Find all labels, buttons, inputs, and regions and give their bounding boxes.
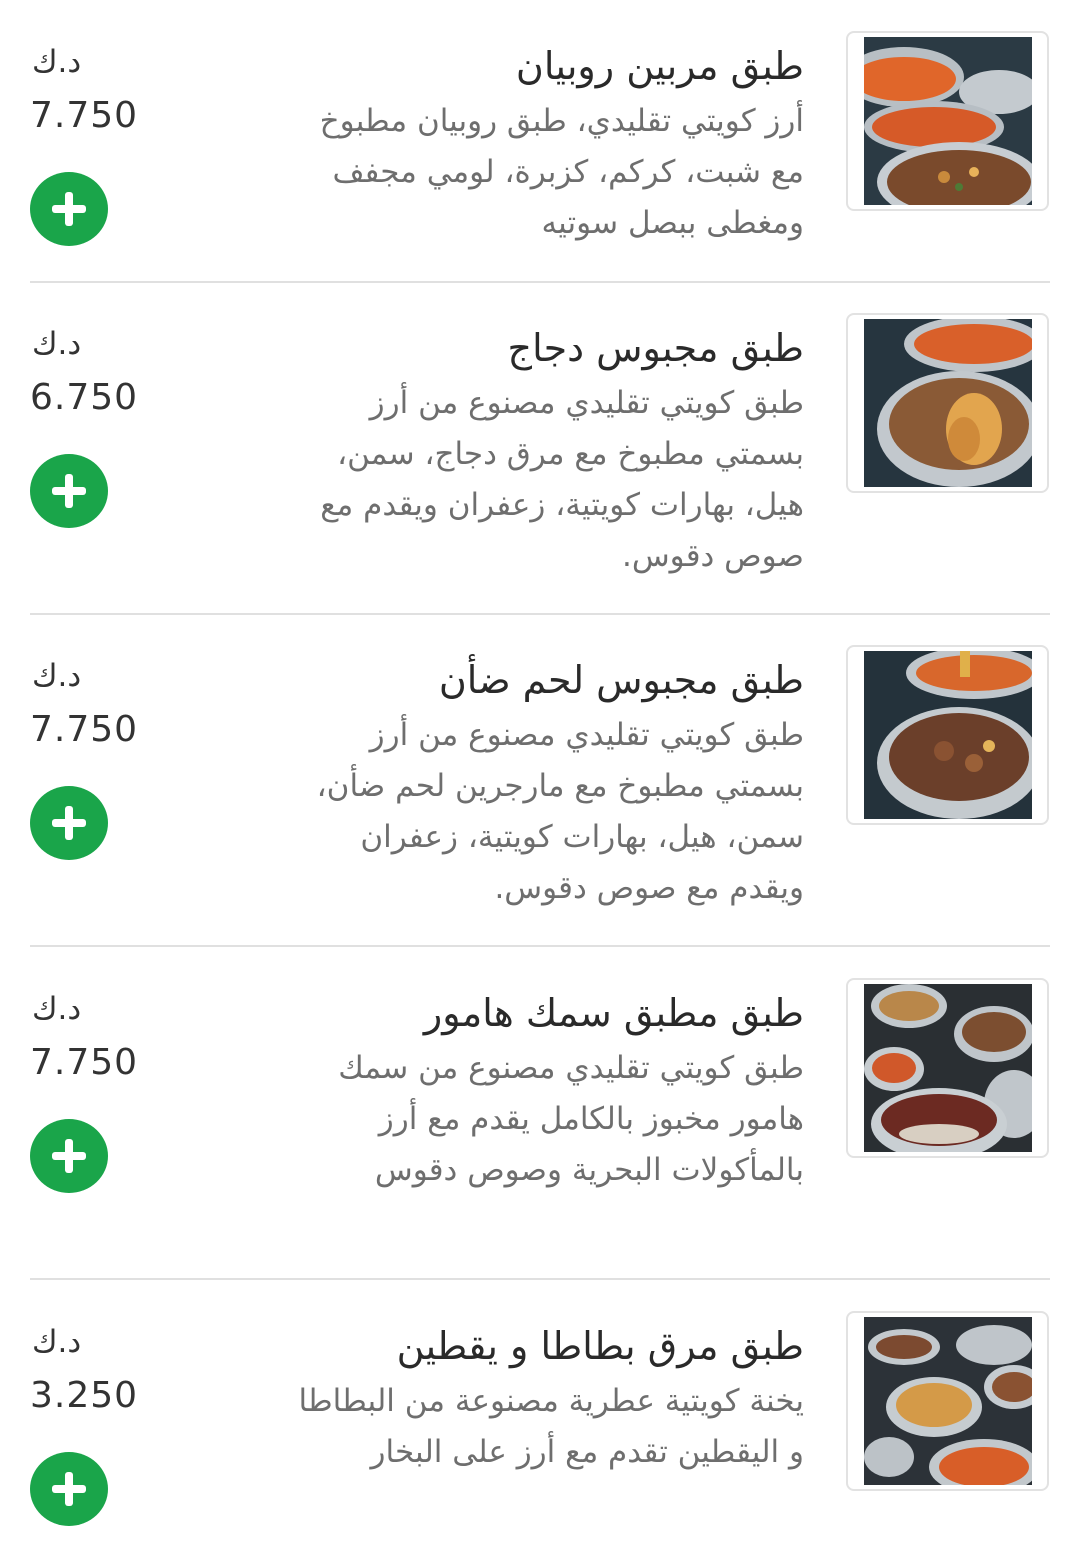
add-to-cart-button[interactable] [30, 1452, 108, 1526]
item-title: طبق مرق بطاطا و يقطين [396, 1324, 804, 1368]
currency-label: د.ك [32, 44, 82, 80]
item-title: طبق مجبوس دجاج [507, 326, 804, 370]
item-description: طبق كويتي تقليدي مصنوع من أرز بسمتي مطبو… [316, 717, 804, 906]
item-price: 7.750 [30, 1042, 139, 1083]
currency-label: د.ك [32, 658, 82, 694]
item-description: أرز كويتي تقليدي، طبق روبيان مطبوخ مع شب… [319, 103, 804, 241]
menu-item[interactable]: طبق مربين روبيان أرز كويتي تقليدي، طبق ر… [0, 0, 1080, 282]
currency-label: د.ك [32, 326, 82, 362]
chicken-machboos-dish-icon [864, 319, 1032, 487]
plus-icon [52, 1472, 86, 1506]
add-to-cart-button[interactable] [30, 786, 108, 860]
item-image[interactable] [846, 31, 1049, 211]
add-to-cart-button[interactable] [30, 454, 108, 528]
menu-item[interactable]: طبق مجبوس لحم ضأن طبق كويتي تقليدي مصنوع… [0, 614, 1080, 946]
item-image[interactable] [846, 645, 1049, 825]
currency-label: د.ك [32, 991, 82, 1027]
potato-pumpkin-stew-icon [864, 1317, 1032, 1485]
hamour-fish-dish-icon [864, 984, 1032, 1152]
plus-icon [52, 806, 86, 840]
item-description: يخنة كويتية عطرية مصنوعة من البطاطا و ال… [298, 1383, 804, 1470]
shrimp-rice-dish-icon [864, 37, 1032, 205]
item-price: 7.750 [30, 95, 139, 136]
item-image[interactable] [846, 1311, 1049, 1491]
item-title: طبق مطبق سمك هامور [423, 991, 804, 1035]
menu-item[interactable]: طبق مطبق سمك هامور طبق كويتي تقليدي مصنو… [0, 947, 1080, 1279]
item-price: 6.750 [30, 377, 139, 418]
item-description: طبق كويتي تقليدي مصنوع من سمك هامور مخبو… [338, 1050, 804, 1188]
item-image[interactable] [846, 978, 1049, 1158]
currency-label: د.ك [32, 1324, 82, 1360]
item-title: طبق مجبوس لحم ضأن [438, 658, 804, 702]
item-title: طبق مربين روبيان [515, 44, 804, 88]
item-price: 3.250 [30, 1375, 139, 1416]
item-description: طبق كويتي تقليدي مصنوع من أرز بسمتي مطبو… [320, 385, 804, 574]
lamb-machboos-dish-icon [864, 651, 1032, 819]
plus-icon [52, 192, 86, 226]
item-price: 7.750 [30, 709, 139, 750]
menu-item[interactable]: طبق مرق بطاطا و يقطين يخنة كويتية عطرية … [0, 1280, 1080, 1558]
add-to-cart-button[interactable] [30, 1119, 108, 1193]
item-image[interactable] [846, 313, 1049, 493]
menu-item[interactable]: طبق مجبوس دجاج طبق كويتي تقليدي مصنوع من… [0, 282, 1080, 614]
add-to-cart-button[interactable] [30, 172, 108, 246]
plus-icon [52, 1139, 86, 1173]
plus-icon [52, 474, 86, 508]
